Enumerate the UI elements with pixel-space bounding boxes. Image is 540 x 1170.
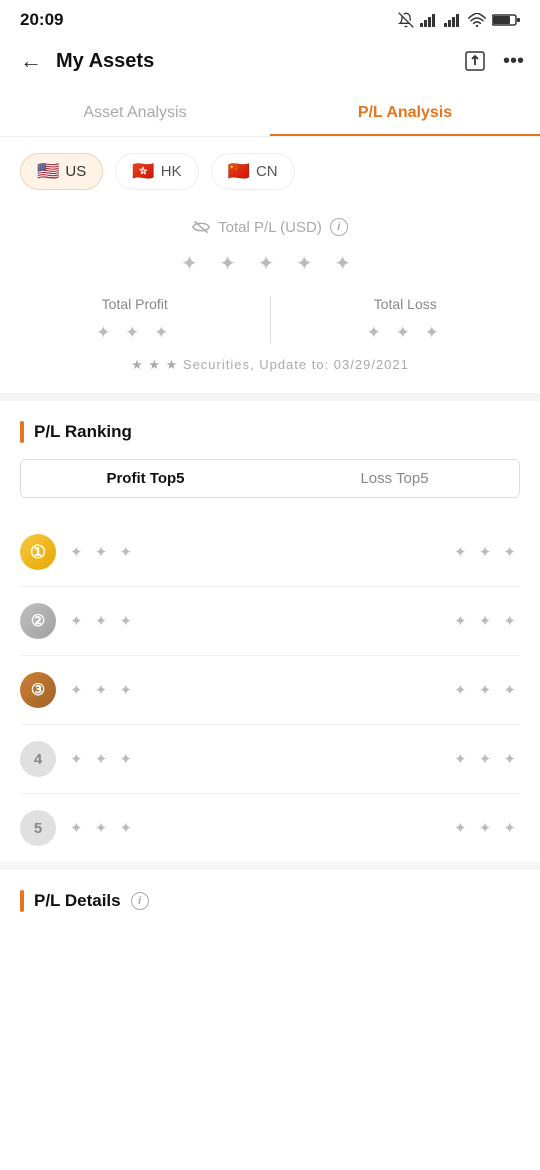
share-icon[interactable] [463,49,487,73]
rank-badge-4: 4 [20,741,56,777]
pl-details-header: P/L Details i [0,862,540,922]
pl-total-profit-col: Total Profit ✦ ✦ ✦ [0,296,271,343]
tab-pl-analysis[interactable]: P/L Analysis [270,90,540,136]
back-button[interactable]: ← [16,44,46,78]
total-profit-label: Total Profit [20,296,250,312]
header: ← My Assets ••• [0,36,540,90]
ranking-header: P/L Ranking [0,401,540,459]
market-us-label: US [65,163,86,180]
header-left: ← My Assets [16,44,154,78]
rank-left-2: ② ✦ ✦ ✦ [20,603,136,639]
total-loss-label: Total Loss [291,296,521,312]
status-bar: 20:09 [0,0,540,36]
ranking-item: ② ✦ ✦ ✦ ✦ ✦ ✦ [20,587,520,656]
status-time: 20:09 [20,10,63,30]
rank-name-3: ✦ ✦ ✦ [70,681,136,699]
loss-top5-button[interactable]: Loss Top5 [270,460,519,497]
rank-number-5: 5 [34,820,42,837]
ranking-accent-bar [20,421,24,443]
tab-bar: Asset Analysis P/L Analysis [0,90,540,137]
rank-name-5: ✦ ✦ ✦ [70,819,136,837]
rank-name-2: ✦ ✦ ✦ [70,612,136,630]
market-btn-cn[interactable]: 🇨🇳 CN [211,153,295,190]
header-right: ••• [463,49,524,73]
ranking-list: ① ✦ ✦ ✦ ✦ ✦ ✦ ② ✦ ✦ ✦ ✦ ✦ ✦ [0,518,540,862]
rank-badge-3: ③ [20,672,56,708]
eye-hide-icon[interactable] [192,220,210,234]
rank-number-3: ③ [31,680,45,700]
market-btn-hk[interactable]: 🇭🇰 HK [115,153,198,190]
status-icons [398,12,520,28]
rank-left-5: 5 ✦ ✦ ✦ [20,810,136,846]
market-selector: 🇺🇸 US 🇭🇰 HK 🇨🇳 CN [0,137,540,198]
pl-total-loss-col: Total Loss ✦ ✦ ✦ [271,296,540,343]
pl-profit-loss-row: Total Profit ✦ ✦ ✦ Total Loss ✦ ✦ ✦ [0,296,540,343]
rank-badge-2: ② [20,603,56,639]
rank-badge-5: 5 [20,810,56,846]
section-divider-1 [0,393,540,401]
rank-badge-1: ① [20,534,56,570]
ranking-item: ① ✦ ✦ ✦ ✦ ✦ ✦ [20,518,520,587]
rank-name-4: ✦ ✦ ✦ [70,750,136,768]
battery-icon [492,13,520,27]
rank-value-3: ✦ ✦ ✦ [454,681,520,699]
tab-asset-analysis[interactable]: Asset Analysis [0,90,270,136]
rank-value-2: ✦ ✦ ✦ [454,612,520,630]
rank-number-1: ① [30,542,46,563]
pl-summary: Total P/L (USD) i ✦ ✦ ✦ ✦ ✦ Total Profit… [0,198,540,383]
total-profit-value: ✦ ✦ ✦ [20,322,250,343]
market-cn-label: CN [256,163,278,180]
more-menu-button[interactable]: ••• [503,50,524,73]
pl-details-accent-bar [20,890,24,912]
rank-name-1: ✦ ✦ ✦ [70,543,136,561]
pl-details-title: P/L Details [34,891,121,911]
ranking-title: P/L Ranking [34,422,132,442]
market-btn-us[interactable]: 🇺🇸 US [20,153,103,190]
pl-label-text: Total P/L (USD) [218,219,322,236]
pl-details-info-icon[interactable]: i [131,892,149,910]
rank-number-2: ② [31,611,45,631]
rank-left-1: ① ✦ ✦ ✦ [20,534,136,570]
ranking-item: 4 ✦ ✦ ✦ ✦ ✦ ✦ [20,725,520,794]
rank-left-4: 4 ✦ ✦ ✦ [20,741,136,777]
rank-value-1: ✦ ✦ ✦ [454,543,520,561]
market-hk-label: HK [161,163,182,180]
ranking-item: ③ ✦ ✦ ✦ ✦ ✦ ✦ [20,656,520,725]
signal1-icon [420,13,438,27]
page-title: My Assets [56,50,154,73]
cn-flag-icon: 🇨🇳 [228,161,250,182]
total-loss-value: ✦ ✦ ✦ [291,322,521,343]
rank-number-4: 4 [34,751,42,768]
us-flag-icon: 🇺🇸 [37,161,59,182]
pl-main-value: ✦ ✦ ✦ ✦ ✦ [0,250,540,276]
ranking-section: P/L Ranking Profit Top5 Loss Top5 ① ✦ ✦ … [0,401,540,862]
wifi-icon [468,13,486,27]
rank-value-5: ✦ ✦ ✦ [454,819,520,837]
pl-update-text: ★ ★ ★ Securities, Update to: 03/29/2021 [0,357,540,373]
bell-muted-icon [398,12,414,28]
rank-left-3: ③ ✦ ✦ ✦ [20,672,136,708]
ranking-item: 5 ✦ ✦ ✦ ✦ ✦ ✦ [20,794,520,862]
rank-value-4: ✦ ✦ ✦ [454,750,520,768]
top5-toggle: Profit Top5 Loss Top5 [20,459,520,498]
pl-info-icon[interactable]: i [330,218,348,236]
pl-total-label: Total P/L (USD) i [0,218,540,236]
hk-flag-icon: 🇭🇰 [132,161,154,182]
profit-top5-button[interactable]: Profit Top5 [21,460,270,497]
signal2-icon [444,13,462,27]
